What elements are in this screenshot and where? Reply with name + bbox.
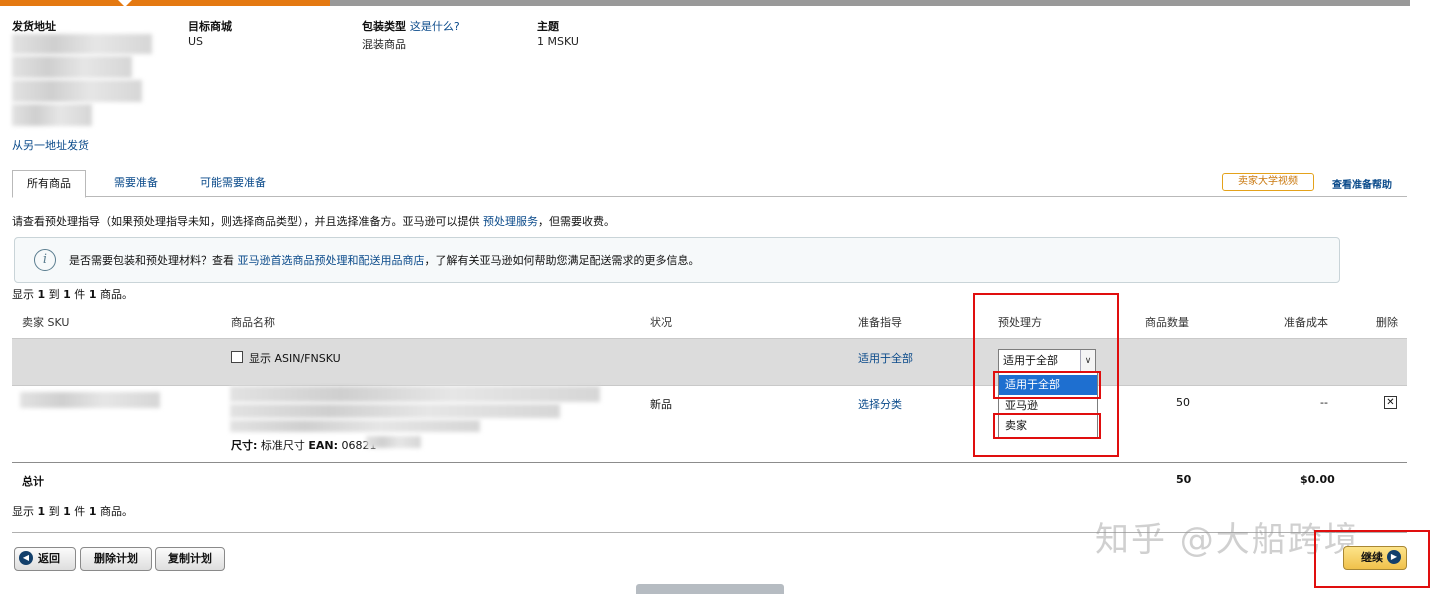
delete-item-icon[interactable]: ✕: [1384, 396, 1397, 409]
product-name-blurred: [230, 404, 560, 418]
apply-all-prep-guide-link[interactable]: 适用于全部: [858, 350, 913, 366]
notice-text: 是否需要包装和预处理材料？查看 亚马逊首选商品预处理和配送用品商店，了解有关亚马…: [69, 252, 700, 268]
destination-value: US: [188, 35, 204, 48]
total-divider: [12, 462, 1407, 463]
packing-type-value: 混装商品: [362, 38, 406, 51]
column-header-sku: 卖家 SKU: [22, 316, 70, 329]
subject-value: 1 MSKU: [537, 35, 579, 48]
prep-help-link[interactable]: 查看准备帮助: [1332, 176, 1392, 191]
chevron-down-icon[interactable]: ∨: [1080, 350, 1095, 372]
select-category-link[interactable]: 选择分类: [858, 396, 902, 412]
column-header-prep-cost: 准备成本: [1284, 316, 1328, 329]
progress-bar-active: [0, 0, 330, 6]
ship-from-address-blurred: [12, 104, 92, 126]
total-quantity: 50: [1176, 473, 1192, 486]
ean-blurred: [366, 436, 421, 448]
total-label: 总计: [22, 475, 44, 488]
tab-may-need-prep[interactable]: 可能需要准备: [186, 170, 280, 196]
column-header-name: 商品名称: [231, 316, 275, 329]
show-asin-checkbox[interactable]: [231, 351, 243, 363]
seller-sku-blurred: [20, 392, 160, 408]
ship-from-other-link[interactable]: 从另一地址发货: [12, 137, 89, 153]
packing-materials-notice: i 是否需要包装和预处理材料？查看 亚马逊首选商品预处理和配送用品商店，了解有关…: [14, 237, 1340, 283]
packing-type-label: 包装类型 这是什么?: [362, 18, 460, 34]
arrow-right-icon: ▶: [1387, 550, 1401, 564]
ship-from-address-blurred: [12, 34, 152, 54]
item-condition: 新品: [650, 398, 672, 411]
progress-bar-notch: [118, 0, 132, 7]
packing-type-label-text: 包装类型: [362, 20, 406, 33]
show-asin-label: 显示 ASIN/FNSKU: [249, 352, 341, 365]
ship-from-address-blurred: [12, 80, 142, 102]
tabs-divider: [12, 196, 1407, 197]
back-button-label: 返回: [38, 552, 60, 565]
tab-needs-prep[interactable]: 需要准备: [100, 170, 172, 196]
ship-from-address-blurred: [12, 56, 132, 78]
column-header-quantity: 商品数量: [1145, 316, 1189, 329]
subject-label: 主题: [537, 20, 559, 33]
delete-plan-button[interactable]: 删除计划: [80, 547, 152, 571]
product-size-ean: 尺寸: 标准尺寸 EAN: 06821: [231, 439, 377, 452]
option-apply-all-highlight: [993, 371, 1101, 399]
seller-university-video-button[interactable]: 卖家大学视频: [1222, 173, 1314, 191]
pagination-summary-top: 显示 1 到 1 件 1 商品。: [12, 288, 133, 301]
notice-text-end: ，了解有关亚马逊如何帮助您满足配送需求的更多信息。: [424, 254, 700, 267]
ship-from-label: 发货地址: [12, 20, 56, 33]
option-seller-highlight: [993, 413, 1101, 439]
total-cost: $0.00: [1300, 473, 1335, 486]
prep-instructions-text: 请查看预处理指导（如果预处理指导未知，则选择商品类型），并且选择准备方。亚马逊可…: [12, 215, 483, 228]
continue-button-label: 继续: [1361, 551, 1383, 564]
apply-all-row: [12, 338, 1407, 386]
tab-all-items[interactable]: 所有商品: [12, 170, 86, 198]
prep-instructions: 请查看预处理指导（如果预处理指导未知，则选择商品类型），并且选择准备方。亚马逊可…: [12, 213, 615, 229]
product-name-blurred: [230, 420, 480, 432]
prep-instructions-text-end: ，但需要收费。: [538, 215, 615, 228]
column-header-prep-guide[interactable]: 准备指导: [858, 314, 902, 330]
prep-owner-select[interactable]: 适用于全部 ∨: [998, 349, 1096, 373]
packing-help-link[interactable]: 这是什么?: [410, 20, 460, 33]
prep-service-link[interactable]: 预处理服务: [483, 215, 538, 228]
back-button[interactable]: ◀ 返回: [14, 547, 76, 571]
destination-label: 目标商城: [188, 20, 232, 33]
copy-plan-button[interactable]: 复制计划: [155, 547, 225, 571]
item-quantity: 50: [1176, 396, 1190, 409]
notice-text-start: 是否需要包装和预处理材料？查看: [69, 254, 238, 267]
arrow-left-icon: ◀: [19, 551, 33, 565]
prep-supplies-store-link[interactable]: 亚马逊首选商品预处理和配送用品商店: [238, 254, 425, 267]
continue-button[interactable]: 继续 ▶: [1343, 546, 1407, 570]
pagination-summary-bottom: 显示 1 到 1 件 1 商品。: [12, 505, 133, 518]
item-prep-cost: --: [1320, 396, 1328, 409]
info-icon: i: [34, 249, 56, 271]
product-name-blurred: [230, 386, 600, 402]
footer-tab[interactable]: [636, 584, 784, 594]
column-header-condition: 状况: [650, 316, 672, 329]
prep-owner-select-value: 适用于全部: [1003, 354, 1058, 367]
column-header-delete: 删除: [1376, 316, 1398, 329]
